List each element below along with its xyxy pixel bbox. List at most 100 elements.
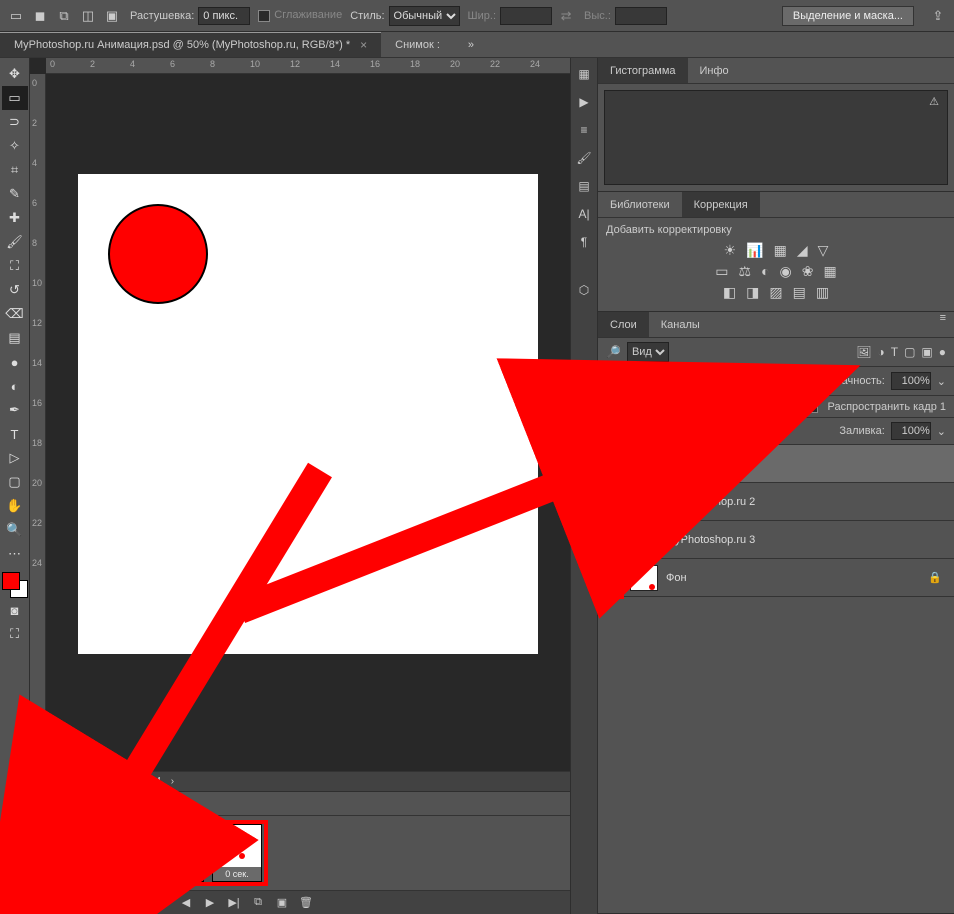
selection-subtract-icon[interactable]: ◫ (78, 6, 98, 26)
frame-4[interactable]: 40 сек. (212, 824, 262, 882)
next-frame-icon[interactable]: ▶| (225, 894, 243, 912)
bw-icon[interactable]: ◐ (761, 263, 769, 280)
quickmask-icon[interactable]: ◙ (2, 598, 28, 622)
adjustments-tab[interactable]: Коррекция (682, 192, 760, 217)
layer-name[interactable]: Фон (666, 572, 687, 584)
timeline-tab[interactable]: Шкала времени (30, 792, 135, 815)
propagate-check[interactable] (806, 401, 818, 413)
lock-pixels-icon[interactable]: ▩ (668, 425, 678, 438)
prev-frame-icon[interactable]: ◀ (177, 894, 195, 912)
filter-adjust-icon[interactable]: ◑ (877, 345, 884, 359)
frame-3[interactable]: 30 сек. (154, 824, 204, 882)
tabs-overflow[interactable]: » (454, 32, 488, 57)
filter-image-icon[interactable]: 🖼 (856, 345, 871, 359)
balance-icon[interactable]: ⚖ (739, 263, 752, 280)
layer-row[interactable]: 👁 MyPhotoshop.ru (598, 445, 954, 483)
brush-dock-icon[interactable]: 🖌 (574, 148, 594, 168)
healing-brush-tool[interactable]: ✚ (2, 206, 28, 230)
character-dock-icon[interactable]: A| (574, 204, 594, 224)
visibility-icon[interactable]: 👁 (598, 533, 622, 547)
close-icon[interactable]: × (360, 38, 367, 52)
threshold-icon[interactable]: ▨ (769, 284, 782, 301)
invert-icon[interactable]: ◧ (723, 284, 736, 301)
lut-icon[interactable]: ▦ (823, 263, 836, 280)
move-tool[interactable]: ✥ (2, 62, 28, 86)
unify-style-icon[interactable]: fx (731, 401, 740, 413)
layer-name[interactable]: MyPhotoshop.ru 2 (666, 496, 755, 508)
filter-smart-icon[interactable]: ▣ (921, 345, 932, 359)
layer-thumb[interactable] (630, 451, 658, 477)
visibility-icon[interactable]: 👁 (598, 495, 622, 509)
history-brush-tool[interactable]: ↺ (2, 278, 28, 302)
filter-toggle-icon[interactable]: ● (939, 345, 946, 359)
unify-position-icon[interactable]: ✥ (696, 400, 705, 413)
lock-all-icon[interactable]: 🔒 (732, 425, 746, 438)
channels-tab[interactable]: Каналы (649, 312, 712, 337)
delete-frame-icon[interactable]: 🗑 (297, 894, 315, 912)
tween-icon[interactable]: ⧉ (249, 894, 267, 912)
marquee-tool-icon[interactable]: ▭ (6, 6, 26, 26)
layer-name[interactable]: MyPhotoshop.ru 3 (666, 534, 755, 546)
lock-move-icon[interactable]: ✥ (704, 425, 713, 438)
path-select-tool[interactable]: ▷ (2, 446, 28, 470)
opacity-chevron-icon[interactable]: ⌄ (937, 375, 946, 388)
play-icon[interactable]: ▶ (201, 894, 219, 912)
edit-toolbar-icon[interactable]: ⋯ (2, 542, 28, 566)
swatches-dock-icon[interactable]: ▤ (574, 176, 594, 196)
brightness-icon[interactable]: ☀ (724, 242, 737, 259)
zoom-tool[interactable]: 🔍 (2, 518, 28, 542)
posterize-icon[interactable]: ◨ (746, 284, 759, 301)
navigator-icon[interactable]: ▦ (574, 64, 594, 84)
frame-1[interactable]: 10 сек. (38, 824, 88, 882)
artboard[interactable] (78, 174, 538, 654)
filter-type-icon[interactable]: T (891, 345, 898, 359)
eyedropper-tool[interactable]: ✎ (2, 182, 28, 206)
layer-thumb[interactable] (630, 527, 658, 553)
gradient-tool[interactable]: ▤ (2, 326, 28, 350)
mixer-icon[interactable]: ❀ (802, 263, 814, 280)
selection-intersect-icon[interactable]: ▣ (102, 6, 122, 26)
style-select[interactable]: Обычный (389, 6, 460, 26)
loop-select[interactable]: Однократно (64, 894, 147, 912)
selection-add-icon[interactable]: ⧉ (54, 6, 74, 26)
info-tab[interactable]: Инфо (688, 58, 741, 83)
timeline-menu-icon[interactable]: ≡ (40, 894, 58, 912)
hue-icon[interactable]: ▭ (715, 263, 728, 280)
exposure-icon[interactable]: ◢ (797, 242, 808, 259)
pen-tool[interactable]: ✒ (2, 398, 28, 422)
hand-tool[interactable]: ✋ (2, 494, 28, 518)
blur-tool[interactable]: ● (2, 350, 28, 374)
3d-dock-icon[interactable]: ⬡ (574, 280, 594, 300)
ruler-horizontal[interactable]: 024681012141618202224 (46, 58, 570, 74)
history-dock-icon[interactable]: ≡ (574, 120, 594, 140)
vibrance-icon[interactable]: ▽ (818, 242, 829, 259)
crop-tool[interactable]: ⌗ (2, 158, 28, 182)
document-tab-2[interactable]: Снимок : (381, 32, 454, 57)
eraser-tool[interactable]: ⌫ (2, 302, 28, 326)
warning-icon[interactable]: ⚠ (929, 95, 939, 108)
selectcolor-icon[interactable]: ▥ (816, 284, 829, 301)
first-frame-icon[interactable]: ⏮ (153, 894, 171, 912)
layer-row[interactable]: 👁Фон🔒 (598, 559, 954, 597)
filter-shape-icon[interactable]: ▢ (904, 345, 915, 359)
dodge-tool[interactable]: ◐ (2, 374, 28, 398)
share-icon[interactable]: ⇪ (928, 6, 948, 26)
marquee-tool[interactable]: ▭ (2, 86, 28, 110)
photofilter-icon[interactable]: ◉ (780, 263, 792, 280)
gradmap-icon[interactable]: ▤ (793, 284, 806, 301)
layer-filter-select[interactable]: Вид (627, 342, 669, 362)
ruler-vertical[interactable]: 024681012141618202224 (30, 74, 46, 914)
levels-icon[interactable]: 📊 (746, 242, 763, 259)
lock-brush-icon[interactable]: 🖌 (684, 425, 698, 438)
unify-visibility-icon[interactable]: 👁 (711, 400, 725, 413)
type-tool[interactable]: T (2, 422, 28, 446)
status-chevron-icon[interactable]: › (171, 776, 174, 787)
document-info[interactable]: Док: 2,64M/3,26M (80, 776, 161, 787)
brush-tool[interactable]: 🖌 (2, 230, 28, 254)
shape-tool[interactable]: ▢ (2, 470, 28, 494)
layer-name[interactable]: MyPhotoshop.ru (666, 458, 746, 470)
curves-icon[interactable]: ▦ (774, 242, 787, 259)
feather-input[interactable] (198, 7, 250, 25)
play-dock-icon[interactable]: ▶ (574, 92, 594, 112)
visibility-icon[interactable]: 👁 (598, 457, 622, 471)
